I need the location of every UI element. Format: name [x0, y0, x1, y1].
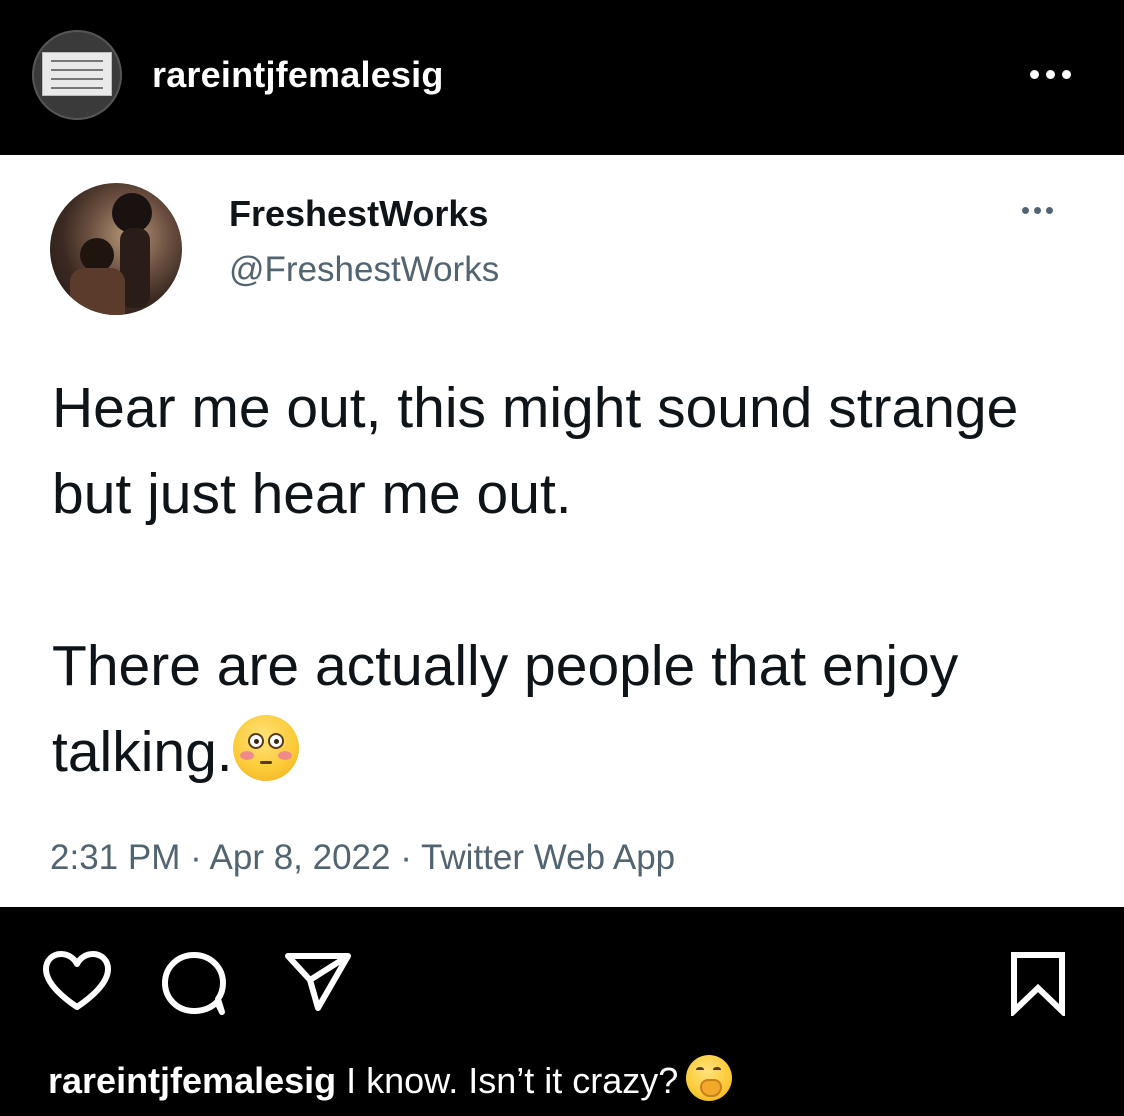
- paper-plane-icon[interactable]: [282, 950, 354, 1014]
- tweet-timestamp: 2:31 PM · Apr 8, 2022 · Twitter Web App: [50, 838, 676, 877]
- caption-text: I know. Isn’t it crazy?: [346, 1060, 679, 1101]
- heart-icon[interactable]: [42, 950, 112, 1012]
- comment-icon[interactable]: [159, 950, 231, 1016]
- tweet-paragraph-2-text: There are actually people that enjoy tal…: [52, 634, 959, 784]
- tweet-avatar: [50, 183, 182, 315]
- tweet-text: Hear me out, this might sound strange bu…: [52, 365, 1082, 795]
- post-username[interactable]: rareintjfemalesig: [152, 54, 444, 96]
- more-options-icon[interactable]: [1030, 70, 1071, 79]
- profile-avatar[interactable]: [32, 30, 122, 120]
- post-caption: rareintjfemalesig I know. Isn’t it crazy…: [48, 1055, 733, 1102]
- tweet-handle: @FreshestWorks: [229, 250, 500, 289]
- tweet-paragraph-2: There are actually people that enjoy tal…: [52, 623, 1082, 795]
- bookmark-icon[interactable]: [1008, 950, 1068, 1016]
- face-with-hand-over-mouth-icon: [686, 1055, 733, 1101]
- avatar-sign-image: [42, 52, 112, 96]
- tweet-paragraph-1: Hear me out, this might sound strange bu…: [52, 376, 1019, 526]
- flushed-face-icon: [232, 715, 299, 781]
- tweet-display-name: FreshestWorks: [229, 193, 489, 234]
- caption-username[interactable]: rareintjfemalesig: [48, 1060, 336, 1101]
- tweet-card: FreshestWorks @FreshestWorks Hear me out…: [0, 155, 1124, 907]
- tweet-more-icon: [1022, 207, 1053, 214]
- post-header: rareintjfemalesig: [0, 0, 1124, 155]
